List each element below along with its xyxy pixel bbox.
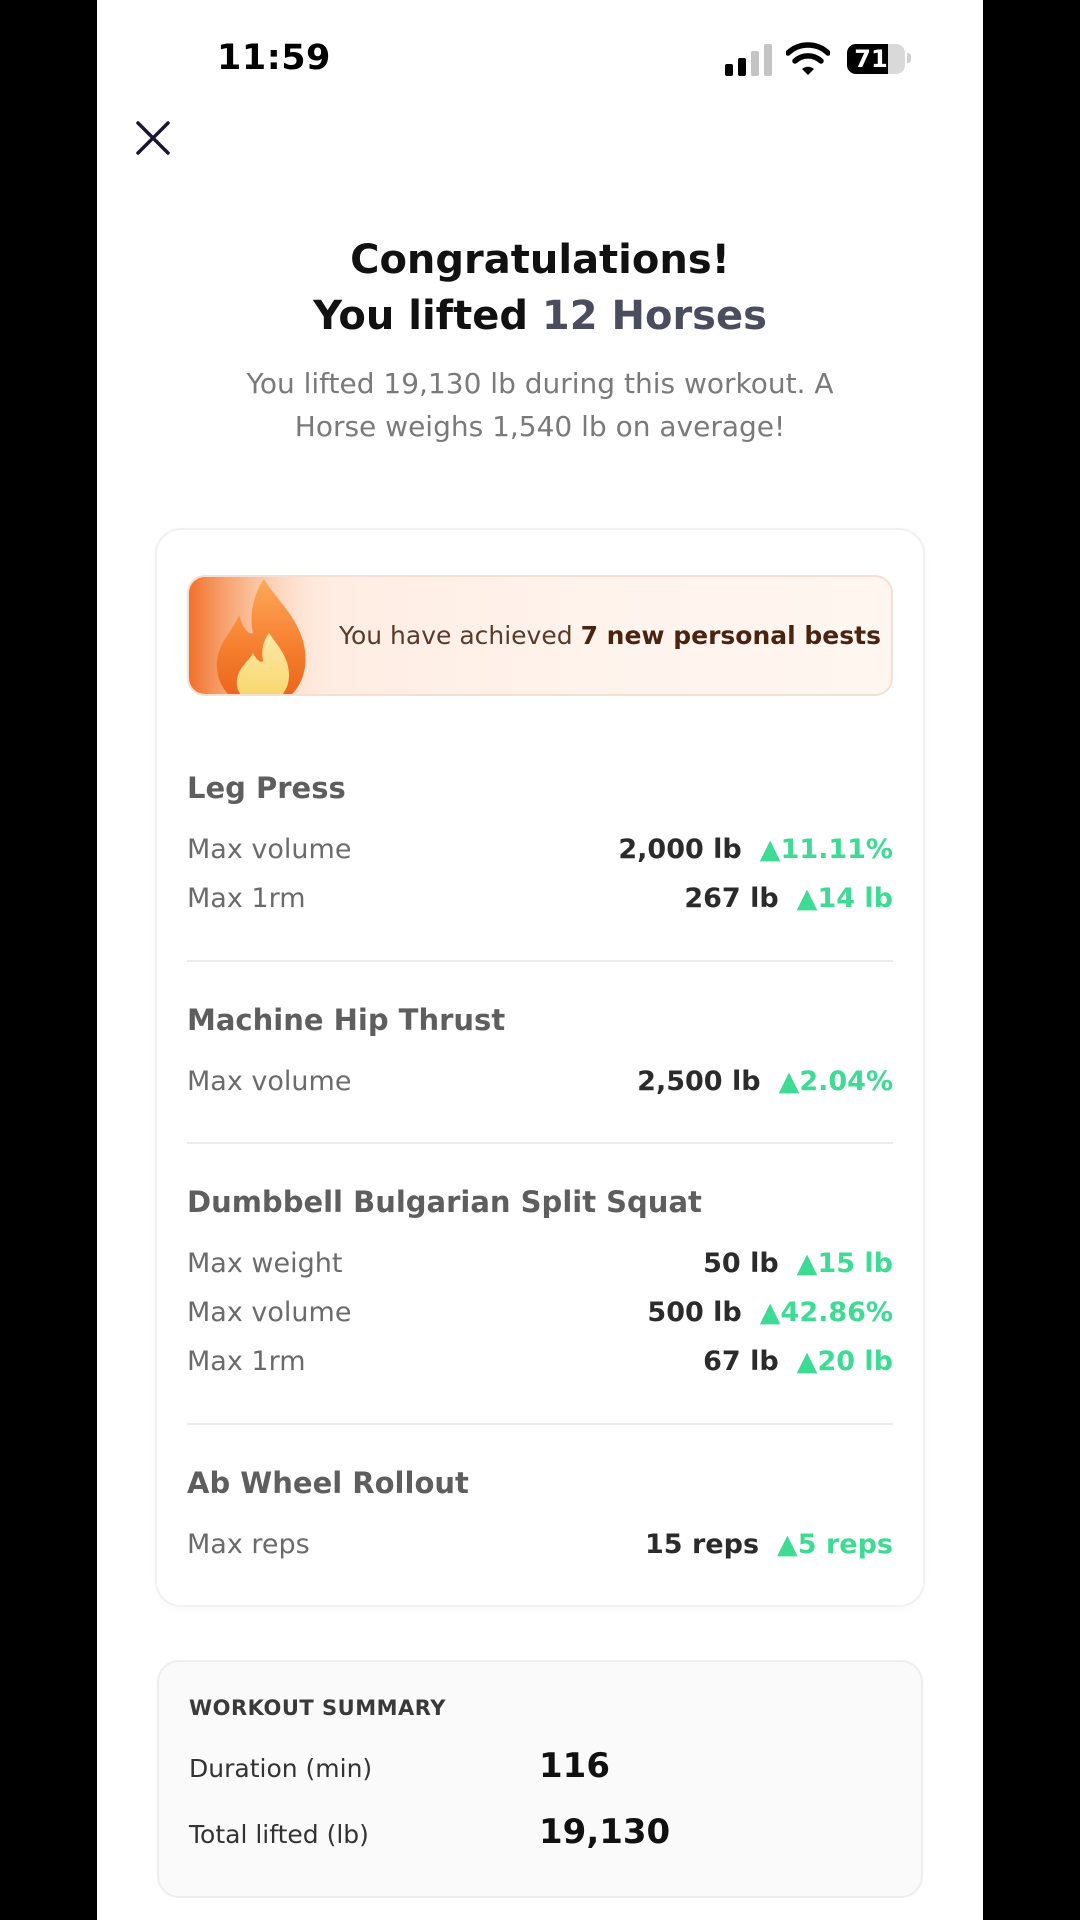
duration-value: 116 xyxy=(539,1746,610,1786)
workout-complete-screen: 11:59 71 Congratulations! You lifted 12 … xyxy=(97,0,983,1920)
pb-label: Max 1rm xyxy=(187,883,306,914)
pb-value: 267 lb xyxy=(684,883,779,914)
cellular-signal-icon xyxy=(725,42,773,76)
pb-value: 67 lb xyxy=(703,1346,779,1377)
wifi-icon xyxy=(786,42,830,75)
exercise-machine-hip-thrust: Machine Hip Thrust Max volume 2,500 lb ▲2… xyxy=(187,997,893,1106)
pb-delta: ▲20 lb xyxy=(797,1346,893,1377)
pb-row: Max reps 15 reps ▲5 reps xyxy=(187,1520,893,1569)
battery-icon: 71 xyxy=(847,44,905,74)
title-prefix: You lifted xyxy=(313,293,542,339)
exercise-name: Dumbbell Bulgarian Split Squat xyxy=(187,1185,702,1219)
summary-title: WORKOUT SUMMARY xyxy=(189,1696,447,1720)
divider xyxy=(187,1423,893,1425)
pb-label: Max volume xyxy=(187,834,352,865)
personal-bests-card: You have achieved 7 new personal bests L… xyxy=(157,530,923,1605)
up-arrow-icon: ▲ xyxy=(796,883,818,914)
pb-value: 2,500 lb xyxy=(637,1066,761,1097)
battery-level: 71 xyxy=(854,45,888,73)
close-icon[interactable] xyxy=(133,118,173,158)
pb-label: Max volume xyxy=(187,1066,352,1097)
pb-delta-value: 5 reps xyxy=(797,1529,893,1560)
pb-value: 50 lb xyxy=(703,1248,779,1279)
congrats-title: Congratulations! You lifted 12 Horses xyxy=(97,232,983,344)
pb-delta: ▲15 lb xyxy=(797,1248,893,1279)
pb-label: Max weight xyxy=(187,1248,343,1279)
status-time: 11:59 xyxy=(217,38,331,78)
exercise-bulgarian-split-squat: Dumbbell Bulgarian Split Squat Max weigh… xyxy=(187,1179,893,1386)
battery-nub xyxy=(907,53,911,63)
pb-label: Max volume xyxy=(187,1297,352,1328)
pb-delta-value: 11.11% xyxy=(780,834,893,865)
total-lifted-value: 19,130 xyxy=(539,1812,671,1852)
title-highlight: 12 Horses xyxy=(541,293,767,339)
exercise-ab-wheel-rollout: Ab Wheel Rollout Max reps 15 reps ▲5 reps xyxy=(187,1460,893,1569)
exercise-leg-press: Leg Press Max volume 2,000 lb ▲11.11% Max… xyxy=(187,765,893,923)
pb-label: Max reps xyxy=(187,1529,310,1560)
pb-delta-value: 2.04% xyxy=(799,1066,893,1097)
pb-row: Max 1rm 67 lb ▲20 lb xyxy=(187,1337,893,1386)
pb-delta: ▲5 reps xyxy=(777,1529,893,1560)
divider xyxy=(187,1142,893,1144)
personal-bests-banner: You have achieved 7 new personal bests xyxy=(187,575,893,696)
pb-row: Max 1rm 267 lb ▲14 lb xyxy=(187,874,893,923)
fire-icon xyxy=(189,577,339,694)
personal-bests-message: You have achieved 7 new personal bests xyxy=(339,577,881,694)
pb-value: 2,000 lb xyxy=(618,834,742,865)
pb-value: 500 lb xyxy=(647,1297,742,1328)
up-arrow-icon: ▲ xyxy=(778,1066,800,1097)
up-arrow-icon: ▲ xyxy=(777,1529,798,1560)
duration-label: Duration (min) xyxy=(189,1754,373,1783)
pb-row: Max volume 500 lb ▲42.86% xyxy=(187,1288,893,1337)
pb-delta-value: 20 lb xyxy=(817,1346,893,1377)
workout-summary-card: WORKOUT SUMMARY Duration (min) 116 Total… xyxy=(157,1660,923,1898)
pb-value: 15 reps xyxy=(645,1529,760,1560)
exercise-name: Leg Press xyxy=(187,771,346,805)
title-line-2: You lifted 12 Horses xyxy=(97,288,983,344)
pb-delta: ▲11.11% xyxy=(760,834,893,865)
up-arrow-icon: ▲ xyxy=(759,1297,781,1328)
exercise-name: Ab Wheel Rollout xyxy=(187,1466,469,1500)
pb-row: Max volume 2,000 lb ▲11.11% xyxy=(187,825,893,874)
total-lifted-label: Total lifted (lb) xyxy=(189,1820,369,1849)
pb-delta: ▲2.04% xyxy=(779,1066,893,1097)
divider xyxy=(187,960,893,962)
pb-delta: ▲14 lb xyxy=(797,883,893,914)
personal-bests-count: 7 new personal bests xyxy=(580,621,881,650)
personal-bests-prefix: You have achieved xyxy=(339,621,581,650)
pb-row: Max weight 50 lb ▲15 lb xyxy=(187,1239,893,1288)
pb-delta: ▲42.86% xyxy=(760,1297,893,1328)
pb-delta-value: 14 lb xyxy=(817,883,893,914)
pb-row: Max volume 2,500 lb ▲2.04% xyxy=(187,1057,893,1106)
title-line-1: Congratulations! xyxy=(350,237,730,283)
congrats-subtitle: You lifted 19,130 lb during this workout… xyxy=(246,367,834,443)
up-arrow-icon: ▲ xyxy=(759,834,781,865)
exercise-name: Machine Hip Thrust xyxy=(187,1003,506,1037)
up-arrow-icon: ▲ xyxy=(796,1346,818,1377)
up-arrow-icon: ▲ xyxy=(796,1248,818,1279)
pb-delta-value: 42.86% xyxy=(780,1297,893,1328)
pb-label: Max 1rm xyxy=(187,1346,306,1377)
pb-delta-value: 15 lb xyxy=(817,1248,893,1279)
